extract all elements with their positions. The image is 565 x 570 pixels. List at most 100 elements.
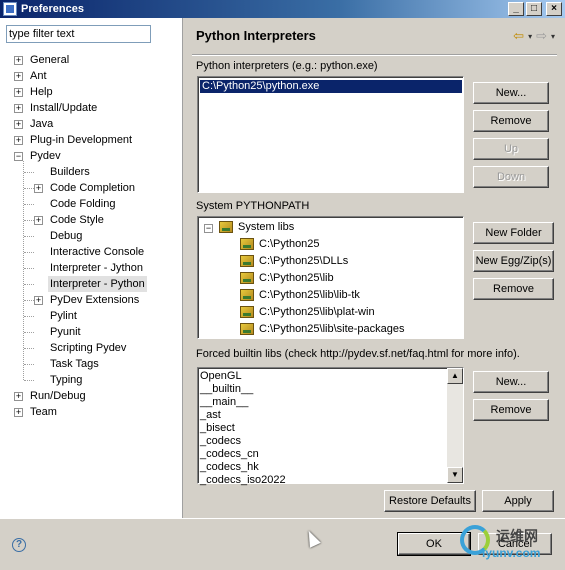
- tree-item[interactable]: + Code Style: [0, 212, 183, 228]
- tree-item[interactable]: Debug: [0, 228, 183, 244]
- forced-builtins-list[interactable]: OpenGL __builtin__ __main__ _ast _bisect _cod…: [197, 367, 464, 487]
- pythonpath-item[interactable]: C:\Python25\lib\lib-tk: [240, 287, 360, 304]
- new-builtin-button[interactable]: New...: [473, 371, 549, 393]
- collapse-icon[interactable]: −: [204, 224, 213, 233]
- expand-icon[interactable]: +: [14, 392, 23, 401]
- minimize-button[interactable]: _: [508, 2, 524, 16]
- builtin-item[interactable]: _codecs: [200, 435, 241, 448]
- pythonpath-item-label: C:\Python25\lib\site-packages: [259, 323, 405, 335]
- pythonpath-label: System PYTHONPATH: [196, 200, 310, 212]
- tree-item-label: Interpreter - Python: [48, 276, 147, 292]
- tree-branch-line: [24, 252, 34, 253]
- builtin-item[interactable]: __main__: [200, 396, 248, 409]
- tree-item-label: Team: [30, 406, 57, 418]
- tree-item[interactable]: + Help: [0, 84, 183, 100]
- tree-item[interactable]: + Run/Debug: [0, 388, 183, 404]
- new-folder-button[interactable]: New Folder: [473, 222, 554, 244]
- apply-button[interactable]: Apply: [482, 490, 554, 512]
- expand-icon[interactable]: +: [34, 296, 43, 305]
- maximize-button[interactable]: □: [526, 2, 542, 16]
- tree-item-label: Pyunit: [50, 326, 81, 338]
- tree-item-label: Install/Update: [30, 102, 98, 114]
- up-button[interactable]: Up: [473, 138, 549, 160]
- pythonpath-tree[interactable]: − System libs C:\Python25 C:\Python25\DLLs…: [197, 216, 464, 339]
- scroll-up-icon[interactable]: ▲: [447, 368, 463, 384]
- tree-branch-line: [24, 284, 34, 285]
- close-button[interactable]: ×: [546, 2, 562, 16]
- system-libs-label: System libs: [238, 221, 295, 233]
- pythonpath-item[interactable]: C:\Python25\DLLs: [240, 253, 348, 270]
- tree-item[interactable]: Scripting Pydev: [0, 340, 183, 356]
- back-menu-icon[interactable]: ▾: [528, 32, 532, 41]
- expand-icon[interactable]: +: [14, 104, 23, 113]
- tree-item[interactable]: − Pydev: [0, 148, 183, 164]
- collapse-icon[interactable]: −: [14, 152, 23, 161]
- expand-icon[interactable]: +: [14, 120, 23, 129]
- tree-item[interactable]: Pyunit: [0, 324, 183, 340]
- tree-item[interactable]: + PyDev Extensions: [0, 292, 183, 308]
- tree-item-label: Pylint: [50, 310, 77, 322]
- tree-item[interactable]: Interpreter - Python: [0, 276, 183, 292]
- window-title: Preferences: [21, 3, 84, 15]
- new-egg-zip-button[interactable]: New Egg/Zip(s): [473, 250, 554, 272]
- builtin-item[interactable]: _codecs_cn: [200, 448, 259, 461]
- expand-icon[interactable]: +: [34, 184, 43, 193]
- pythonpath-item[interactable]: C:\Python25\lib\plat-win: [240, 304, 375, 321]
- tree-item-label: Code Folding: [50, 198, 116, 210]
- pythonpath-item[interactable]: C:\Python25\lib: [240, 270, 334, 287]
- tree-item[interactable]: + Ant: [0, 68, 183, 84]
- tree-item[interactable]: Typing: [0, 372, 183, 388]
- tree-item[interactable]: + Install/Update: [0, 100, 183, 116]
- expand-icon[interactable]: +: [14, 136, 23, 145]
- tree-item[interactable]: Code Folding: [0, 196, 183, 212]
- restore-defaults-button[interactable]: Restore Defaults: [384, 490, 476, 512]
- expand-icon[interactable]: +: [14, 408, 23, 417]
- tree-item[interactable]: + Java: [0, 116, 183, 132]
- remove-path-button[interactable]: Remove: [473, 278, 554, 300]
- new-interpreter-button[interactable]: New...: [473, 82, 549, 104]
- forward-menu-icon[interactable]: ▾: [551, 32, 555, 41]
- pythonpath-item-label: C:\Python25\lib\plat-win: [259, 306, 375, 318]
- help-icon[interactable]: ?: [12, 538, 26, 552]
- scroll-down-icon[interactable]: ▼: [447, 467, 463, 483]
- tree-item[interactable]: Pylint: [0, 308, 183, 324]
- forced-scrollbar[interactable]: ▲ ▼: [447, 368, 463, 483]
- tree-branch-line: [24, 204, 34, 205]
- app-icon: [3, 2, 17, 16]
- builtin-item[interactable]: OpenGL: [200, 370, 242, 383]
- pythonpath-item[interactable]: C:\Python25: [240, 236, 320, 253]
- system-libs-node[interactable]: − System libs: [204, 219, 294, 236]
- filter-input[interactable]: [6, 25, 151, 43]
- tree-branch-line: [24, 236, 34, 237]
- tree-item[interactable]: + Code Completion: [0, 180, 183, 196]
- tree-branch-line: [24, 316, 34, 317]
- remove-interpreter-button[interactable]: Remove: [473, 110, 549, 132]
- expand-icon[interactable]: +: [34, 216, 43, 225]
- folder-lib-icon: [240, 272, 254, 285]
- tree-item[interactable]: + Plug-in Development: [0, 132, 183, 148]
- tree-item[interactable]: Task Tags: [0, 356, 183, 372]
- tree-branch-line: [24, 172, 34, 173]
- interpreters-list[interactable]: C:\Python25\python.exe: [197, 76, 464, 193]
- tree-item[interactable]: Builders: [0, 164, 183, 180]
- tree-item-label: Ant: [30, 70, 47, 82]
- builtin-item[interactable]: _codecs_iso2022: [200, 474, 286, 487]
- tree-item[interactable]: + Team: [0, 404, 183, 420]
- builtin-item[interactable]: _bisect: [200, 422, 235, 435]
- forward-arrow-icon[interactable]: ⇨: [536, 28, 547, 44]
- pythonpath-item[interactable]: C:\Python25\lib\site-packages: [240, 321, 405, 338]
- builtin-item[interactable]: _codecs_hk: [200, 461, 259, 474]
- tree-item[interactable]: + General: [0, 52, 183, 68]
- back-arrow-icon[interactable]: ⇦: [513, 28, 524, 44]
- tree-item[interactable]: Interpreter - Jython: [0, 260, 183, 276]
- builtin-item[interactable]: __builtin__: [200, 383, 253, 396]
- pythonpath-item-label: C:\Python25\lib: [259, 272, 334, 284]
- remove-builtin-button[interactable]: Remove: [473, 399, 549, 421]
- interpreter-item[interactable]: C:\Python25\python.exe: [200, 80, 462, 93]
- expand-icon[interactable]: +: [14, 72, 23, 81]
- expand-icon[interactable]: +: [14, 56, 23, 65]
- tree-item[interactable]: Interactive Console: [0, 244, 183, 260]
- down-button[interactable]: Down: [473, 166, 549, 188]
- expand-icon[interactable]: +: [14, 88, 23, 97]
- builtin-item[interactable]: _ast: [200, 409, 221, 422]
